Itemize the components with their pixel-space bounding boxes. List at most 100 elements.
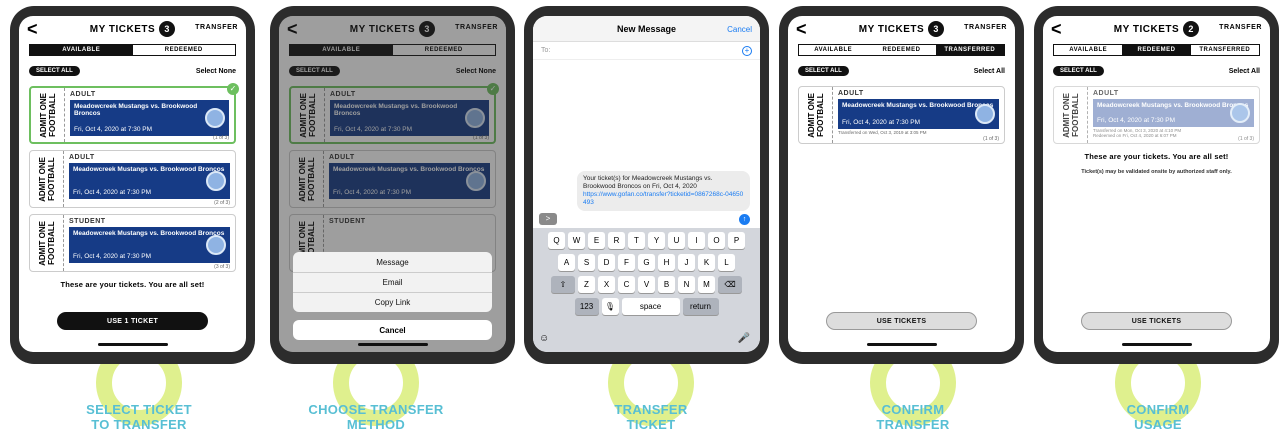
tab-available[interactable]: AVAILABLE <box>1054 45 1122 55</box>
key-c[interactable]: C <box>618 276 635 293</box>
transfer-link-text[interactable]: https://www.gofan.co/transfer?ticketid=0… <box>583 191 744 207</box>
dictation-icon[interactable]: 🎤 <box>738 333 750 344</box>
nav-bar: < MY TICKETS 3 TRANSFER <box>788 16 1015 42</box>
validation-note: Ticket(s) may be validated onsite by aut… <box>1081 169 1232 175</box>
key-k[interactable]: K <box>698 254 715 271</box>
nav-bar: < MY TICKETS 3 TRANSFER <box>19 16 246 42</box>
key-x[interactable]: X <box>598 276 615 293</box>
use-tickets-button[interactable]: USE TICKETS <box>1081 312 1232 330</box>
add-contact-icon[interactable]: + <box>742 46 752 56</box>
keyboard: QWERTYUIOP ASDFGHJKL ⇧ Z X C V B N M ⌫ 123 🎙 spa… <box>533 228 760 352</box>
key-p[interactable]: P <box>728 232 745 249</box>
ticket-card[interactable]: ADMIT ONE FOOTBALL ADULT Meadowcreek Mus… <box>1053 86 1260 144</box>
cancel-button[interactable]: Cancel <box>293 320 492 340</box>
recipient-field[interactable]: To: + <box>533 42 760 60</box>
key-t[interactable]: T <box>628 232 645 249</box>
shift-key-icon[interactable]: ⇧ <box>551 276 575 293</box>
ticket-card[interactable]: ADMIT ONE FOOTBALL STUDENT Meadowcreek M… <box>29 214 236 272</box>
step-caption: CHOOSE TRANSFER METHOD <box>308 402 444 432</box>
select-all-button[interactable]: SELECT ALL <box>1053 66 1104 76</box>
emoji-icon[interactable]: ☺ <box>539 333 549 344</box>
use-tickets-button[interactable]: USE TICKETS <box>826 312 977 330</box>
team-logo-icon <box>206 235 226 255</box>
message-cancel-button[interactable]: Cancel <box>727 25 752 34</box>
ticket-card[interactable]: ADMIT ONE FOOTBALL ADULT Meadowcreek Mus… <box>798 86 1005 144</box>
ticket-type: ADULT <box>838 90 864 97</box>
use-ticket-button[interactable]: USE 1 TICKET <box>57 312 208 330</box>
ticket-date: Fri, Oct 4, 2020 at 7:30 PM <box>74 126 153 133</box>
tab-transferred[interactable]: TRANSFERRED <box>935 45 1004 55</box>
select-all-button[interactable]: SELECT ALL <box>798 66 849 76</box>
tab-available[interactable]: AVAILABLE <box>30 45 133 55</box>
key-space[interactable]: space <box>621 298 680 315</box>
ticket-stub: ADMIT ONE FOOTBALL <box>1054 87 1088 143</box>
key-r[interactable]: R <box>608 232 625 249</box>
tab-redeemed[interactable]: REDEEMED <box>133 45 236 55</box>
share-email-option[interactable]: Email <box>293 272 492 292</box>
phone-choose-method: < MY TICKETS 3 TRANSFER AVAILABLE REDEEM… <box>270 6 515 364</box>
key-w[interactable]: W <box>568 232 585 249</box>
tab-redeemed[interactable]: REDEEMED <box>867 45 935 55</box>
key-d[interactable]: D <box>598 254 615 271</box>
back-chevron-icon[interactable]: < <box>1051 19 1062 40</box>
screen-transferred: < MY TICKETS 3 TRANSFER AVAILABLE REDEEM… <box>788 16 1015 352</box>
key-o[interactable]: O <box>708 232 725 249</box>
step-caption: SELECT TICKET TO TRANSFER <box>86 402 192 432</box>
ticket-count-badge: 3 <box>159 21 176 37</box>
ticket-count-badge: 2 <box>1183 21 1200 37</box>
key-e[interactable]: E <box>588 232 605 249</box>
checkmark-icon: ✓ <box>227 83 239 95</box>
key-n[interactable]: N <box>678 276 695 293</box>
select-all-link[interactable]: Select All <box>974 68 1005 75</box>
key-i[interactable]: I <box>688 232 705 249</box>
key-q[interactable]: Q <box>548 232 565 249</box>
key-v[interactable]: V <box>638 276 655 293</box>
key-u[interactable]: U <box>668 232 685 249</box>
ticket-card[interactable]: ADMIT ONE FOOTBALL ADULT Meadowcreek Mus… <box>29 150 236 208</box>
key-b[interactable]: B <box>658 276 675 293</box>
select-all-button[interactable]: SELECT ALL <box>29 66 80 76</box>
ticket-date: Fri, Oct 4, 2020 at 7:30 PM <box>73 253 152 260</box>
ticket-card[interactable]: ADMIT ONE FOOTBALL ADULT Meadowcreek Mus… <box>29 83 239 144</box>
send-arrow-icon[interactable]: ↑ <box>739 214 750 225</box>
home-indicator <box>1121 343 1192 346</box>
tab-available[interactable]: AVAILABLE <box>799 45 867 55</box>
key-j[interactable]: J <box>678 254 695 271</box>
back-chevron-icon[interactable]: < <box>796 19 807 40</box>
ticket-stub: ADMIT ONE FOOTBALL <box>30 151 64 207</box>
key-g[interactable]: G <box>638 254 655 271</box>
tab-redeemed[interactable]: REDEEMED <box>1122 45 1191 55</box>
backspace-key-icon[interactable]: ⌫ <box>718 276 742 293</box>
share-copy-link-option[interactable]: Copy Link <box>293 292 492 312</box>
ticket-stub: ADMIT ONE FOOTBALL <box>799 87 833 143</box>
team-logo-icon <box>1230 103 1250 123</box>
key-123[interactable]: 123 <box>574 298 599 315</box>
key-y[interactable]: Y <box>648 232 665 249</box>
key-return[interactable]: return <box>682 298 719 315</box>
key-z[interactable]: Z <box>578 276 595 293</box>
key-s[interactable]: S <box>578 254 595 271</box>
ticket-date: Fri, Oct 4, 2020 at 7:30 PM <box>842 119 921 126</box>
select-all-link[interactable]: Select All <box>1229 68 1260 75</box>
ticket-type: ADULT <box>1093 90 1119 97</box>
expand-arrow-icon[interactable]: > <box>539 213 557 225</box>
key-f[interactable]: F <box>618 254 635 271</box>
key-h[interactable]: H <box>658 254 675 271</box>
transfer-link[interactable]: TRANSFER <box>964 24 1007 31</box>
key-l[interactable]: L <box>718 254 735 271</box>
ticket-game: Meadowcreek Mustangs vs. Brookwood Bronc… <box>70 100 229 136</box>
tab-transferred[interactable]: TRANSFERRED <box>1191 45 1259 55</box>
key-m[interactable]: M <box>698 276 715 293</box>
screen-my-tickets: < MY TICKETS 3 TRANSFER AVAILABLE REDEEM… <box>19 16 246 352</box>
back-chevron-icon[interactable]: < <box>27 19 38 40</box>
transfer-link[interactable]: TRANSFER <box>1219 24 1262 31</box>
message-title: New Message <box>616 23 677 34</box>
select-none-link[interactable]: Select None <box>196 68 236 75</box>
key-a[interactable]: A <box>558 254 575 271</box>
select-row: SELECT ALL Select All <box>788 62 1015 80</box>
mic-key-icon[interactable]: 🎙 <box>601 298 619 315</box>
ticket-type: ADULT <box>70 91 96 98</box>
ticket-tabs: AVAILABLE REDEEMED TRANSFERRED <box>798 44 1005 56</box>
share-message-option[interactable]: Message <box>293 252 492 272</box>
transfer-link[interactable]: TRANSFER <box>195 24 238 31</box>
